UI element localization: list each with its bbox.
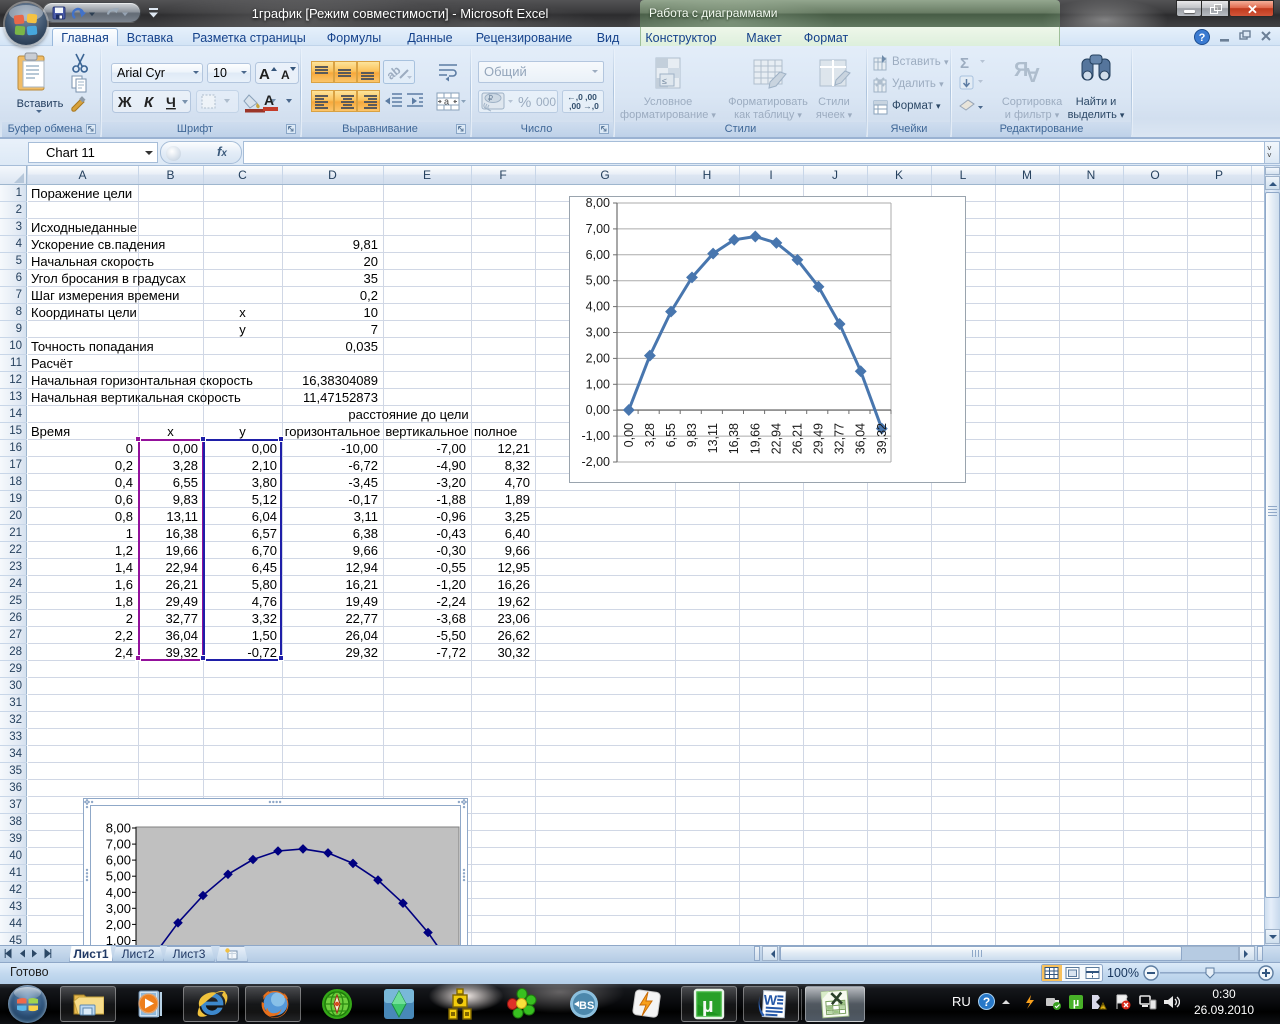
svg-text:Σ: Σ <box>960 55 969 72</box>
svg-text:А: А <box>1026 63 1040 85</box>
svg-text:W: W <box>763 992 778 1009</box>
svg-text:2,00: 2,00 <box>106 917 131 932</box>
svg-text:13,11: 13,11 <box>706 423 720 453</box>
svg-text:0,00: 0,00 <box>622 423 636 447</box>
svg-text:BS: BS <box>579 1000 594 1012</box>
svg-text:29,49: 29,49 <box>812 423 826 454</box>
svg-text:,00: ,00 <box>569 101 581 111</box>
svg-text:6,55: 6,55 <box>664 423 678 447</box>
svg-text:%: % <box>518 94 531 111</box>
svg-text:4,00: 4,00 <box>106 885 131 900</box>
svg-text:8,00: 8,00 <box>586 196 610 210</box>
svg-text:7,00: 7,00 <box>106 837 131 852</box>
svg-text:7,00: 7,00 <box>586 222 610 236</box>
svg-text:26,21: 26,21 <box>790 423 804 454</box>
svg-text:9,83: 9,83 <box>685 423 699 447</box>
svg-text:000: 000 <box>536 95 556 109</box>
svg-text:µ: µ <box>702 995 714 1017</box>
svg-text:39,32: 39,32 <box>875 423 889 454</box>
svg-text:4,00: 4,00 <box>586 300 610 314</box>
svg-text:6,00: 6,00 <box>106 853 131 868</box>
svg-text:Ч: Ч <box>166 94 176 110</box>
svg-text:5,00: 5,00 <box>586 274 610 288</box>
svg-text:19,66: 19,66 <box>748 423 762 454</box>
svg-text:?: ? <box>983 995 990 1009</box>
svg-text:0,00: 0,00 <box>586 403 610 417</box>
svg-text:2,00: 2,00 <box>586 351 610 365</box>
svg-text:5,00: 5,00 <box>106 869 131 884</box>
svg-text:µ: µ <box>1073 997 1079 1009</box>
svg-text:-2,00: -2,00 <box>582 455 611 469</box>
svg-text:₽: ₽ <box>488 94 493 103</box>
svg-text:8,00: 8,00 <box>106 821 131 836</box>
svg-text:32,77: 32,77 <box>833 423 847 454</box>
svg-text:22,94: 22,94 <box>769 423 783 454</box>
svg-text:1,00: 1,00 <box>586 377 610 391</box>
svg-text:3,00: 3,00 <box>106 901 131 916</box>
svg-text:3,28: 3,28 <box>643 423 657 447</box>
svg-text:A: A <box>281 68 290 82</box>
svg-text:A: A <box>264 92 274 108</box>
svg-text:→,0: →,0 <box>583 101 599 111</box>
svg-text:6,00: 6,00 <box>586 248 610 262</box>
svg-text:1,00: 1,00 <box>106 933 131 945</box>
svg-text:3,00: 3,00 <box>586 326 610 340</box>
svg-text:-1,00: -1,00 <box>582 429 611 443</box>
svg-text:a: a <box>444 97 449 107</box>
svg-text:36,04: 36,04 <box>854 423 868 454</box>
svg-text:≤: ≤ <box>662 76 667 86</box>
svg-text:16,38: 16,38 <box>727 423 741 454</box>
svg-text:A: A <box>259 66 270 83</box>
svg-text:Ж: Ж <box>117 94 132 111</box>
svg-text:?: ? <box>1199 32 1206 44</box>
